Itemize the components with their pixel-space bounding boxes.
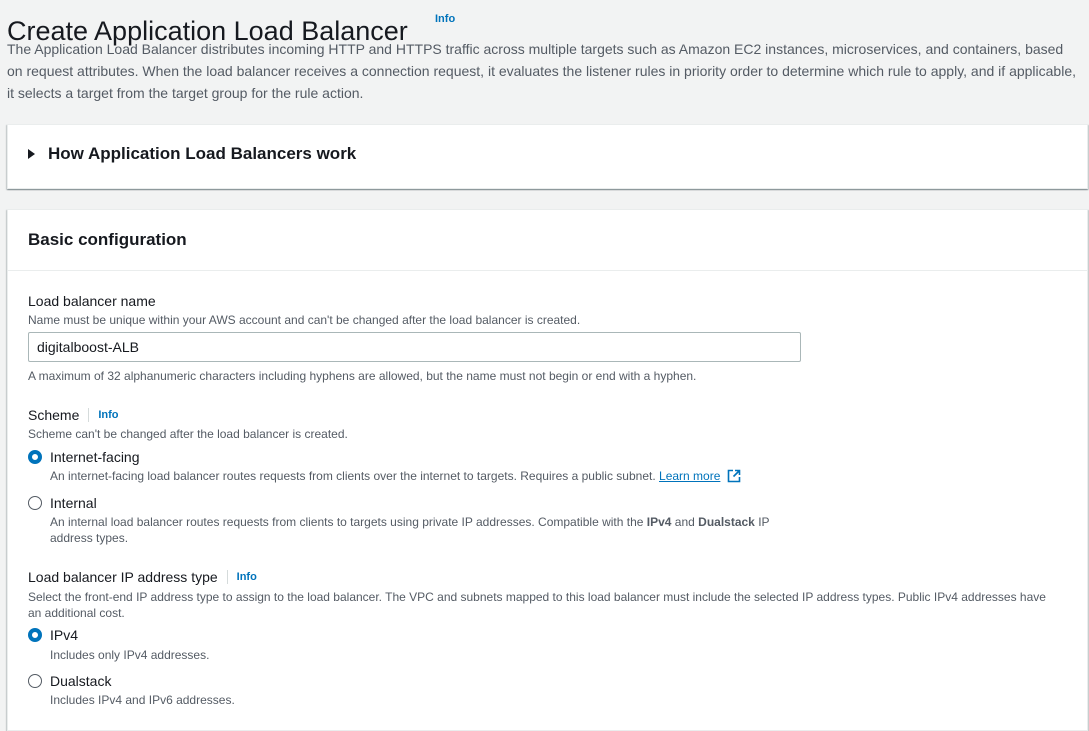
ip-type-ipv4-label: IPv4 xyxy=(50,627,79,643)
ip-type-description: Select the front-end IP address type to … xyxy=(28,589,1068,621)
basic-configuration-title: Basic configuration xyxy=(28,230,187,249)
divider xyxy=(226,570,228,584)
ip-type-ipv4-radio[interactable]: IPv4 xyxy=(28,627,78,643)
internet-facing-desc-text: An internet-facing load balancer routes … xyxy=(50,469,656,483)
ip-type-info-link[interactable]: Info xyxy=(237,571,257,583)
how-it-works-expander[interactable]: How Application Load Balancers work xyxy=(28,144,356,164)
basic-configuration-panel: Basic configuration Load balancer name N… xyxy=(7,209,1088,731)
internal-desc-ipv4: IPv4 xyxy=(646,515,672,529)
scheme-internal-label: Internal xyxy=(50,495,97,511)
ip-type-desc-line1: Select the front-end IP address type to … xyxy=(28,590,1046,604)
ip-type-dualstack-description: Includes IPv4 and IPv6 addresses. xyxy=(50,693,235,707)
radio-unchecked-icon xyxy=(28,674,42,688)
scheme-internet-facing-description: An internet-facing load balancer routes … xyxy=(50,468,741,484)
external-link-icon[interactable] xyxy=(727,469,741,483)
scheme-label: Scheme xyxy=(28,407,80,423)
lb-name-description: Name must be unique within your AWS acco… xyxy=(28,313,581,327)
scheme-internet-facing-radio[interactable]: Internet-facing xyxy=(28,449,140,465)
ip-type-ipv4-description: Includes only IPv4 addresses. xyxy=(50,648,210,662)
radio-checked-icon xyxy=(28,450,42,464)
internal-desc-text-2: and xyxy=(671,515,699,529)
scheme-internal-description: An internal load balancer routes request… xyxy=(50,514,810,546)
internal-desc-text-1: An internal load balancer routes request… xyxy=(50,515,647,529)
internal-desc-dualstack: Dualstack xyxy=(698,515,755,529)
scheme-info-link[interactable]: Info xyxy=(98,409,118,421)
radio-unchecked-icon xyxy=(28,496,42,510)
learn-more-link[interactable]: Learn more xyxy=(659,469,720,483)
ip-type-label: Load balancer IP address type xyxy=(28,569,218,585)
scheme-description: Scheme can't be changed after the load b… xyxy=(28,427,348,441)
caret-right-icon xyxy=(28,149,35,159)
scheme-label-row: Scheme Info xyxy=(28,407,119,423)
lb-name-label: Load balancer name xyxy=(28,293,156,309)
scheme-internet-facing-label: Internet-facing xyxy=(50,449,140,465)
basic-configuration-header: Basic configuration xyxy=(8,210,1087,271)
how-it-works-panel: How Application Load Balancers work xyxy=(7,124,1088,189)
how-it-works-label: How Application Load Balancers work xyxy=(48,144,357,163)
divider xyxy=(88,408,90,422)
ip-type-label-row: Load balancer IP address type Info xyxy=(28,569,257,585)
ip-type-dualstack-label: Dualstack xyxy=(50,673,112,689)
internal-desc-text-3: IP xyxy=(754,515,770,529)
internal-desc-line2: address types. xyxy=(50,531,129,545)
title-info-link[interactable]: Info xyxy=(435,13,455,25)
scheme-internal-radio[interactable]: Internal xyxy=(28,495,97,511)
lb-name-constraint: A maximum of 32 alphanumeric characters … xyxy=(28,369,697,383)
page-description: The Application Load Balancer distribute… xyxy=(7,41,1077,101)
lb-name-input[interactable] xyxy=(28,332,801,362)
ip-type-dualstack-radio[interactable]: Dualstack xyxy=(28,673,111,689)
radio-checked-icon xyxy=(28,628,42,642)
ip-type-desc-line2: an additional cost. xyxy=(28,606,125,620)
